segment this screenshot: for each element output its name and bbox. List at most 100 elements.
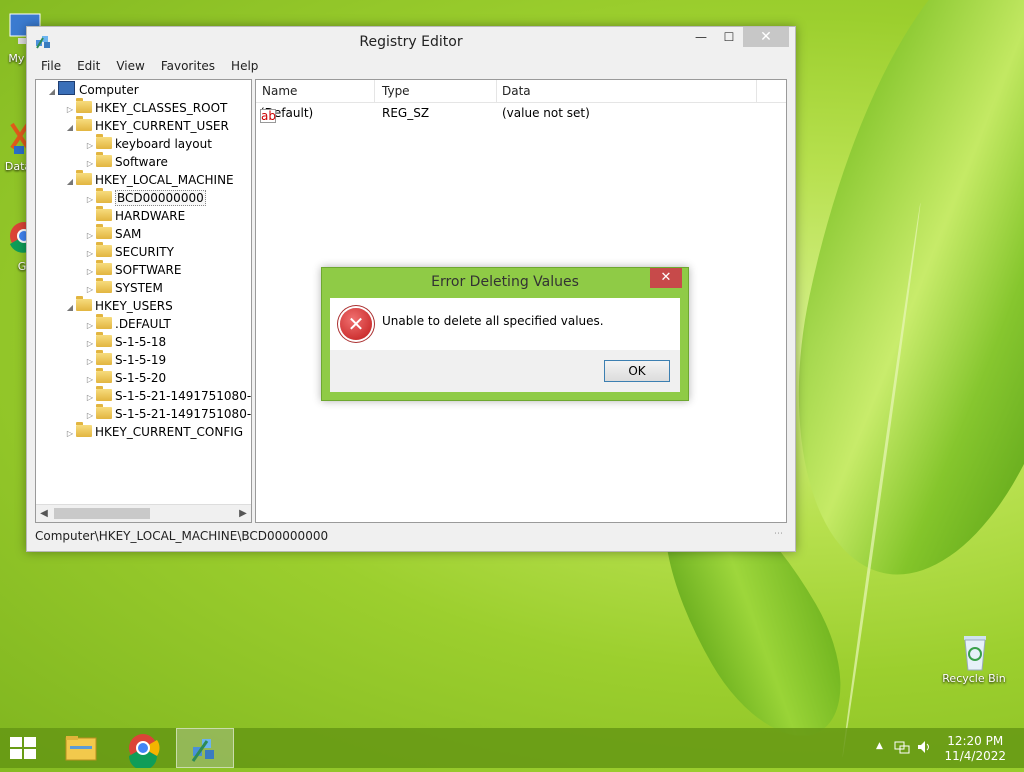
network-icon[interactable]	[894, 739, 910, 755]
close-button[interactable]: ✕	[743, 27, 789, 47]
status-path: Computer\HKEY_LOCAL_MACHINE\BCD00000000	[35, 529, 329, 543]
tree-item-label: S-1-5-18	[115, 335, 167, 349]
taskbar-registry-editor[interactable]	[176, 728, 234, 768]
ok-button[interactable]: OK	[604, 360, 670, 382]
title-bar[interactable]: Registry Editor — ☐ ✕	[27, 27, 795, 57]
menu-file[interactable]: File	[33, 57, 69, 77]
tree-item-label: HKEY_CURRENT_USER	[95, 119, 229, 133]
tree-item[interactable]: ▷ SECURITY	[84, 242, 174, 261]
tree-item[interactable]: ◢ HKEY_USERS	[64, 296, 173, 317]
dialog-close-button[interactable]: ✕	[650, 268, 682, 288]
folder-icon	[76, 170, 92, 185]
show-hidden-icons-icon[interactable]: ▲	[876, 741, 883, 751]
scroll-right-icon[interactable]: ▶	[235, 505, 251, 522]
horizontal-scrollbar[interactable]: ◀ ▶	[36, 504, 251, 522]
collapse-arrow-icon[interactable]: ◢	[64, 119, 76, 137]
dialog-message: Unable to delete all specified values.	[382, 314, 604, 328]
tree-item-label: S-1-5-20	[115, 371, 167, 385]
value-data: (value not set)	[502, 106, 590, 120]
scroll-thumb[interactable]	[54, 508, 150, 519]
dialog-footer: OK	[330, 350, 680, 392]
tree-item[interactable]: ▷S-1-5-21-1491751080-236	[84, 386, 251, 405]
scroll-left-icon[interactable]: ◀	[36, 505, 52, 522]
column-header-type[interactable]: Type	[382, 84, 410, 98]
folder-icon	[96, 242, 112, 257]
folder-icon	[96, 404, 112, 419]
dialog-title: Error Deleting Values	[431, 274, 579, 290]
registry-editor-icon	[191, 739, 214, 762]
window-title: Registry Editor	[359, 34, 463, 50]
tree-item-label: BCD00000000	[115, 190, 206, 206]
resize-grip-icon[interactable]: ⋯	[774, 525, 783, 543]
menu-edit[interactable]: Edit	[69, 57, 108, 77]
minimize-button[interactable]: —	[687, 27, 715, 47]
folder-icon	[96, 314, 112, 329]
tree-item[interactable]: HARDWARE	[84, 206, 185, 225]
column-header-data[interactable]: Data	[502, 84, 531, 98]
tree-item[interactable]: ▷ BCD00000000	[84, 188, 206, 207]
tree-item-label: Software	[115, 155, 168, 169]
desktop-icon-recycle-bin[interactable]: Recycle Bin	[938, 630, 1010, 685]
list-header: Name Type Data	[256, 80, 786, 103]
column-divider[interactable]	[374, 80, 375, 102]
menu-view[interactable]: View	[108, 57, 152, 77]
tree-item[interactable]: ▷ SYSTEM	[84, 278, 163, 297]
tree-item[interactable]: ▷S-1-5-21-1491751080-236	[84, 404, 252, 423]
volume-icon[interactable]	[916, 739, 932, 755]
tree-item-label: SECURITY	[115, 245, 174, 259]
computer-icon	[58, 81, 75, 95]
error-dialog: Error Deleting Values ✕ ✕ Unable to dele…	[321, 267, 689, 401]
collapse-arrow-icon[interactable]: ◢	[64, 173, 76, 191]
key-tree[interactable]: ◢ Computer ▷ HKEY_CLASSES_ROOT ◢ HKEY_CURRENT…	[35, 79, 252, 523]
start-button[interactable]	[0, 728, 58, 768]
clock[interactable]: 12:20 PM 11/4/2022	[944, 734, 1006, 764]
windows-logo-icon	[10, 737, 38, 759]
expand-arrow-icon[interactable]: ▷	[64, 425, 76, 443]
status-bar: Computer\HKEY_LOCAL_MACHINE\BCD00000000 …	[35, 527, 787, 545]
tree-item[interactable]: ◢ HKEY_CURRENT_USER	[64, 116, 229, 137]
folder-icon	[96, 152, 112, 167]
tree-item[interactable]: ▷ S-1-5-18	[84, 332, 167, 351]
column-divider[interactable]	[756, 80, 757, 102]
folder-icon	[96, 134, 112, 149]
folder-icon	[96, 224, 112, 239]
desktop-icon-label: G	[17, 260, 27, 273]
tree-item-label: Computer	[79, 83, 139, 97]
list-item[interactable]: ab (Default) REG_SZ (value not set)	[256, 103, 786, 123]
tree-item[interactable]: ◢ Computer	[46, 81, 139, 99]
tree-item[interactable]: ▷ keyboard layout	[84, 134, 212, 153]
folder-icon	[96, 278, 112, 293]
tree-item-label: SAM	[115, 227, 142, 241]
error-icon: ✕	[340, 308, 372, 340]
file-explorer-icon	[65, 736, 97, 761]
tree-item[interactable]: ▷ SOFTWARE	[84, 260, 181, 279]
maximize-button[interactable]: ☐	[715, 27, 743, 47]
tree-item[interactable]: ▷ HKEY_CLASSES_ROOT	[64, 98, 227, 117]
folder-icon	[96, 260, 112, 275]
menu-favorites[interactable]: Favorites	[153, 57, 223, 77]
tree-item-label: HKEY_USERS	[95, 299, 173, 313]
tree-item[interactable]: ◢ HKEY_LOCAL_MACHINE	[64, 170, 234, 191]
tree-item[interactable]: ▷ S-1-5-20	[84, 368, 167, 387]
tree-item[interactable]: ▷ Software	[84, 152, 168, 171]
tree-item-label: S-1-5-21-1491751080-236	[115, 407, 252, 421]
taskbar-file-explorer[interactable]	[52, 728, 110, 768]
menu-help[interactable]: Help	[223, 57, 266, 77]
folder-icon	[96, 206, 112, 221]
column-header-name[interactable]: Name	[262, 84, 297, 98]
folder-icon	[96, 332, 112, 347]
collapse-arrow-icon[interactable]: ◢	[64, 299, 76, 317]
recycle-bin-icon	[954, 630, 994, 671]
system-tray: ▲ 12:20 PM 11/4/2022	[874, 728, 1024, 768]
folder-icon	[76, 296, 92, 311]
column-divider[interactable]	[496, 80, 497, 102]
collapse-arrow-icon[interactable]: ◢	[46, 83, 58, 101]
tree-item[interactable]: ▷ HKEY_CURRENT_CONFIG	[64, 422, 243, 443]
tree-item[interactable]: ▷ S-1-5-19	[84, 350, 166, 369]
tree-item[interactable]: ▷ .DEFAULT	[84, 314, 171, 333]
desktop-icon-label: Recycle Bin	[942, 672, 1006, 685]
folder-icon	[96, 386, 112, 401]
taskbar-chrome[interactable]	[114, 728, 172, 770]
tree-item[interactable]: ▷ SAM	[84, 224, 142, 243]
tree-item-label: SYSTEM	[115, 281, 163, 295]
